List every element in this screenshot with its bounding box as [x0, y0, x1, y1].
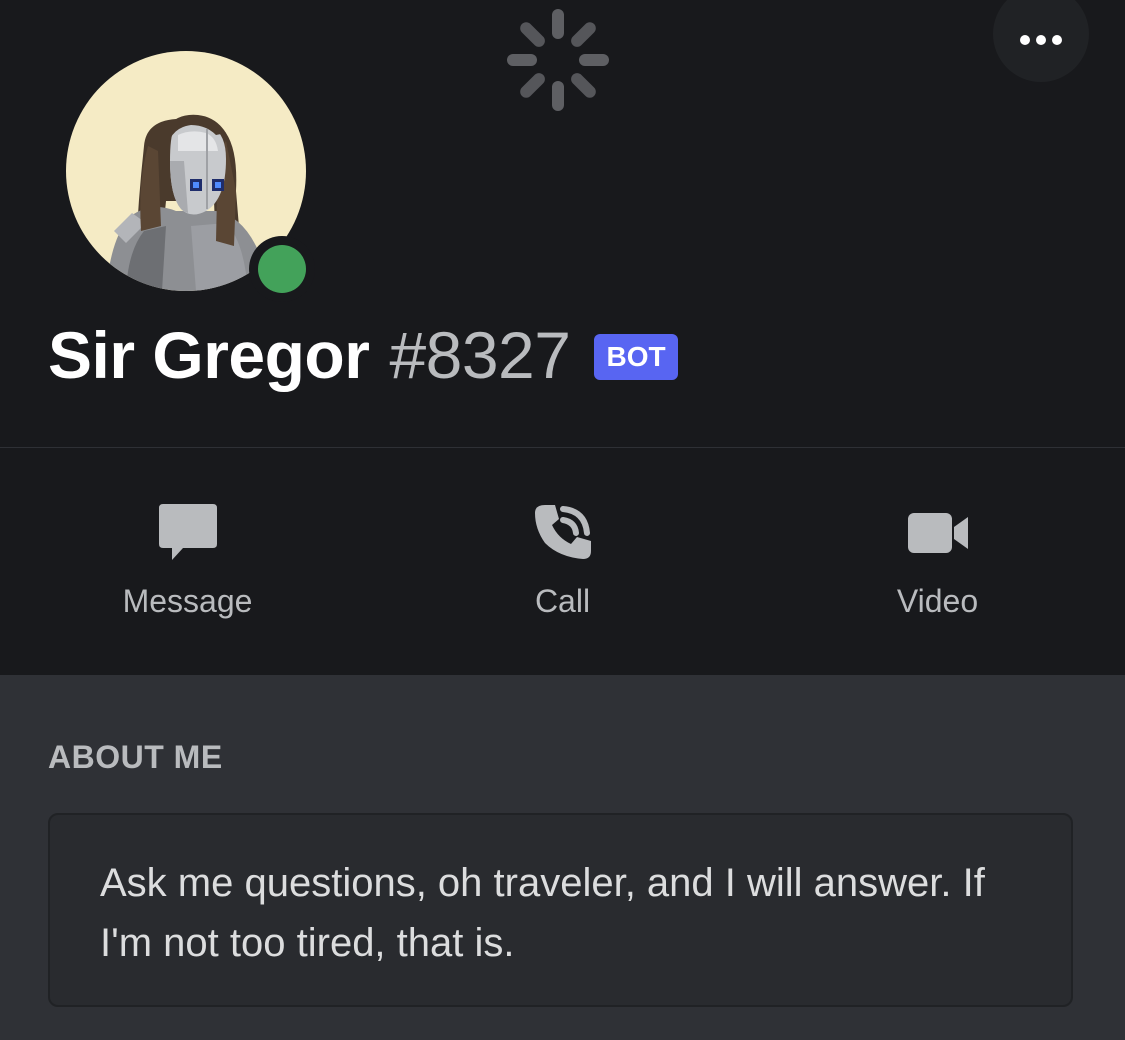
- call-label: Call: [534, 583, 591, 619]
- about-me-box: Ask me questions, oh traveler, and I wil…: [48, 813, 1073, 1007]
- loading-spinner-icon: [507, 9, 609, 111]
- name-row: Sir Gregor #8327 BOT: [48, 312, 678, 398]
- profile-header: Sir Gregor #8327 BOT: [0, 0, 1125, 447]
- message-button[interactable]: Message: [0, 448, 375, 675]
- about-me-text: Ask me questions, oh traveler, and I wil…: [100, 861, 985, 965]
- call-button[interactable]: Call: [375, 448, 750, 675]
- phone-call-icon: [530, 500, 596, 566]
- bot-tag: BOT: [594, 334, 678, 380]
- video-camera-icon: [905, 500, 971, 566]
- more-dots-icon: [1020, 35, 1062, 45]
- discriminator: #8327: [389, 318, 571, 392]
- message-label: Message: [122, 583, 253, 619]
- video-label: Video: [896, 583, 979, 619]
- chat-bubble-icon: [155, 500, 221, 566]
- profile-actions: Message Call Video: [0, 448, 1125, 675]
- more-options-button[interactable]: [993, 0, 1089, 82]
- about-me-heading: ABOUT ME: [48, 739, 223, 775]
- online-status-icon: [258, 245, 306, 293]
- video-button[interactable]: Video: [750, 448, 1125, 675]
- username[interactable]: Sir Gregor: [48, 317, 370, 393]
